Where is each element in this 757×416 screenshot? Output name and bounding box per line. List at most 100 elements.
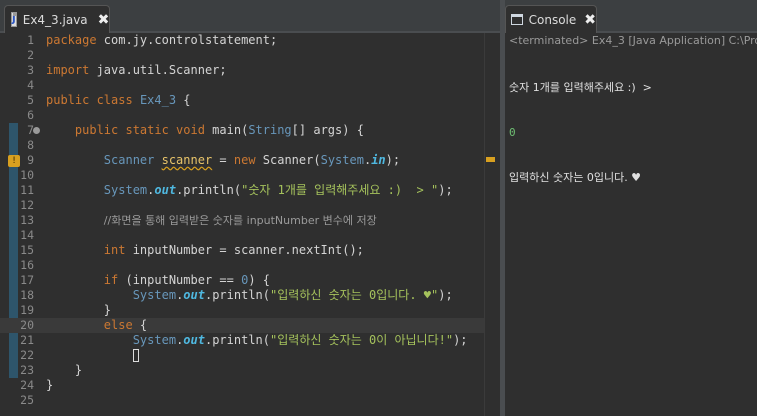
code-line[interactable]: 20 else { [0,318,484,333]
type-token: Ex4_3 [139,93,177,107]
code-token: } [46,378,54,392]
code-line[interactable]: 2 [0,48,484,63]
code-text: else { [46,318,147,333]
code-text: package com.jy.controlstatement; [46,33,277,48]
code-text: public class Ex4_3 { [46,93,191,108]
line-number: 16 [20,258,34,272]
line-number: 24 [20,378,34,392]
code-line[interactable]: 12 [0,198,484,213]
line-number: 11 [20,183,34,197]
code-token: { [132,318,148,332]
code-line[interactable]: 24} [0,378,484,393]
line-number: 17 [20,273,34,287]
code-text: //화면을 통해 입력받은 숫자를 inputNumber 변수에 저장 [46,213,377,228]
code-line[interactable]: 13 //화면을 통해 입력받은 숫자를 inputNumber 변수에 저장 [0,213,484,228]
line-number: 12 [20,198,34,212]
console-output[interactable]: 숫자 1개를 입력해주세요 :) > 0 입력하신 숫자는 0입니다. ♥ [509,50,757,215]
code-line[interactable]: 6 [0,108,484,123]
code-line[interactable]: 3 import java.util.Scanner; [0,63,484,78]
java-file-icon: J [11,12,17,27]
console-tab[interactable]: Console ✖ [505,5,597,33]
line-number: 10 [20,168,34,182]
close-icon[interactable]: ✖ [98,12,110,28]
code-line[interactable]: 23 } [0,363,484,378]
line-number: 4 [27,78,34,92]
field-token: in [371,153,386,167]
keyword-token: else [103,318,133,332]
line-number: 8 [27,138,34,152]
code-line[interactable]: 25 [0,393,484,408]
line-number: 19 [20,303,34,317]
code-line[interactable]: 16 [0,258,484,273]
code-text: } [46,303,111,318]
keyword-token: int [103,243,126,257]
field-token: out [183,333,205,347]
line-number: 5 [27,93,34,107]
code-line[interactable]: 21 System.out.println("입력하신 숫자는 0이 아닙니다!… [0,333,484,348]
code-line[interactable]: 7 public static void main(String[] args)… [0,123,484,138]
console-tab-label: Console [528,12,577,27]
code-text: } [46,378,53,393]
code-token: .println( [176,183,242,197]
code-line[interactable]: 4 [0,78,484,93]
code-line[interactable]: 5 public class Ex4_3 { [0,93,484,108]
line-number: 1 [27,33,34,47]
code-token: main( [204,123,249,137]
overview-ruler-divider [484,33,485,416]
code-editor[interactable]: ! 1 package com.jy.controlstatement; 2 3 imp… [0,33,500,416]
line-number: 14 [20,228,34,242]
line-number: 18 [20,288,34,302]
code-line[interactable]: 8 [0,138,484,153]
console-output-line: 숫자 1개를 입력해주세요 :) > [509,81,652,94]
line-number: 7 [27,123,34,137]
code-text: System.out.println("입력하신 숫자는 0이 아닙니다!"); [46,333,468,348]
string-literal: "숫자 1개를 입력해주세요 :) > " [241,183,439,197]
code-text: } [46,363,82,378]
code-token: Scanner( [255,153,321,167]
code-line[interactable]: 22 [0,348,484,363]
keyword-token: public class [46,93,133,107]
console-output-line: 입력하신 숫자는 0입니다. ♥ [509,171,642,184]
code-token: com.jy.controlstatement; [96,33,278,47]
code-line[interactable]: 18 System.out.println("입력하신 숫자는 0입니다. ♥"… [0,288,484,303]
fold-toggle-icon[interactable] [33,127,40,134]
console-icon [511,14,523,25]
keyword-token: public static void [74,123,205,137]
editor-tab-ex4-3[interactable]: J Ex4_3.java ✖ [4,5,110,33]
code-line[interactable]: 9 Scanner scanner = new Scanner(System.i… [0,153,484,168]
code-text: System.out.println("숫자 1개를 입력해주세요 :) > "… [46,183,453,198]
code-line[interactable]: 1 package com.jy.controlstatement; [0,33,484,48]
code-text [46,348,139,363]
code-token: ) { [248,273,270,287]
line-number: 13 [20,213,34,227]
console-tabbar: Console ✖ [505,0,757,33]
code-line[interactable]: 19 } [0,303,484,318]
overview-ruler-warning-mark[interactable] [486,157,495,162]
code-text: import java.util.Scanner; [46,63,227,78]
code-line[interactable]: 14 [0,228,484,243]
code-line[interactable]: 17 if (inputNumber == 0) { [0,273,484,288]
type-token: System [320,153,364,167]
keyword-token: new [233,153,256,167]
code-token: ); [438,183,453,197]
line-number: 20 [20,318,34,332]
editor-panel: J Ex4_3.java ✖ ! 1 package com.jy.control… [0,0,500,416]
code-line[interactable]: 10 [0,168,484,183]
code-line[interactable]: 15 int inputNumber = scanner.nextInt(); [0,243,484,258]
console-panel: Console ✖ <terminated> Ex4_3 [Java Appli… [505,0,757,416]
code-line[interactable]: 11 System.out.println("숫자 1개를 입력해주세요 :) … [0,183,484,198]
code-token: .println( [204,288,271,302]
code-text: public static void main(String[] args) { [46,123,364,138]
line-number: 15 [20,243,34,257]
code-token: = [212,153,234,167]
comment-token: //화면을 통해 입력받은 숫자를 inputNumber 변수에 저장 [103,214,377,227]
close-icon[interactable]: ✖ [584,12,596,28]
string-literal: "입력하신 숫자는 0입니다. ♥" [270,288,439,302]
